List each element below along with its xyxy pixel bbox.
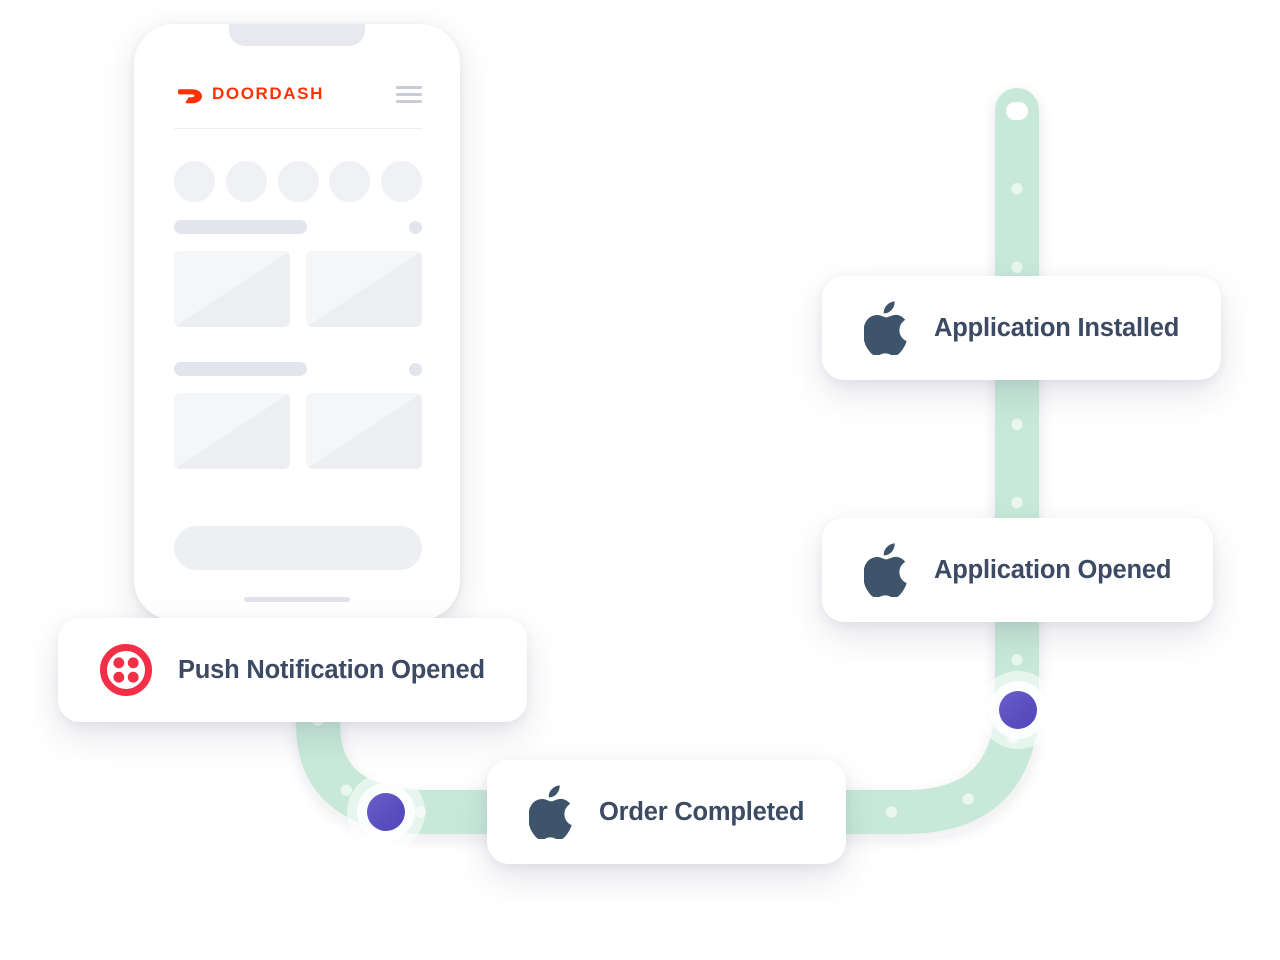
cta-button-placeholder[interactable]: [174, 526, 422, 570]
doordash-logo: DOORDASH: [174, 84, 324, 104]
category-bubble[interactable]: [277, 161, 319, 202]
event-pill-label: Application Opened: [934, 555, 1172, 584]
category-bubble[interactable]: [225, 161, 267, 202]
journey-diagram: DOORDASH Application Installed Applicati…: [0, 0, 1280, 960]
hamburger-menu-icon[interactable]: [396, 85, 422, 103]
hamburger-bar: [396, 99, 422, 103]
header-divider: [174, 128, 422, 129]
doordash-logo-icon: [175, 88, 202, 103]
placeholder-card[interactable]: [306, 251, 422, 327]
app-header: DOORDASH: [174, 74, 422, 114]
event-pill-application-opened[interactable]: Application Opened: [822, 518, 1214, 622]
section-title-placeholder: [174, 362, 307, 376]
hamburger-bar: [396, 85, 422, 89]
category-bubble-row: [174, 161, 422, 202]
section-header: [174, 362, 422, 376]
content-section: [174, 220, 422, 327]
journey-waypoint-order-completed[interactable]: [357, 783, 415, 841]
placeholder-card[interactable]: [174, 251, 290, 327]
event-pill-order-completed[interactable]: Order Completed: [487, 760, 847, 864]
phone-mockup: DOORDASH: [134, 24, 460, 620]
doordash-wordmark: DOORDASH: [212, 84, 324, 103]
event-pill-push-notification-opened[interactable]: Push Notification Opened: [58, 618, 527, 722]
event-pill-label: Push Notification Opened: [178, 655, 485, 684]
twilio-logo-icon: [100, 644, 152, 696]
section-action-placeholder[interactable]: [409, 363, 422, 376]
hamburger-bar: [396, 92, 422, 96]
home-indicator: [244, 597, 350, 602]
event-pill-label: Order Completed: [599, 797, 805, 826]
phone-screen: DOORDASH: [134, 24, 460, 620]
placeholder-card[interactable]: [306, 393, 422, 469]
waypoint-dot: [999, 691, 1037, 729]
phone-notch: [229, 24, 365, 46]
placeholder-card[interactable]: [174, 393, 290, 469]
category-bubble[interactable]: [381, 161, 422, 202]
journey-start-cap: [1006, 102, 1028, 120]
card-row: [174, 393, 422, 469]
category-bubble[interactable]: [174, 161, 215, 202]
section-action-placeholder[interactable]: [409, 221, 422, 234]
apple-logo-icon: [864, 301, 908, 355]
event-pill-label: Application Installed: [934, 313, 1180, 342]
apple-logo-icon: [529, 785, 573, 839]
content-section: [174, 362, 422, 469]
waypoint-dot: [367, 793, 405, 831]
apple-logo-icon: [864, 543, 908, 597]
event-pill-application-installed[interactable]: Application Installed: [822, 276, 1222, 380]
section-title-placeholder: [174, 220, 307, 234]
section-header: [174, 220, 422, 234]
category-bubble[interactable]: [329, 161, 371, 202]
card-row: [174, 251, 422, 327]
journey-waypoint-application-opened[interactable]: [989, 681, 1047, 739]
